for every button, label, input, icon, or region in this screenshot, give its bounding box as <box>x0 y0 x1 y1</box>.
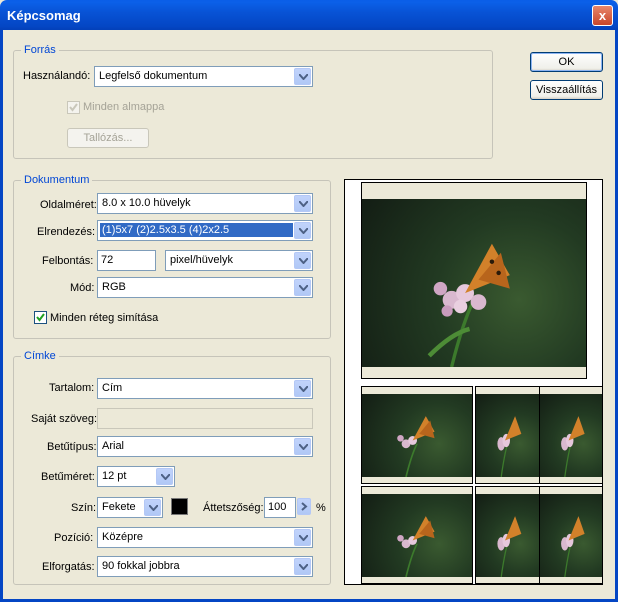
rotate-select[interactable]: 90 fokkal jobbra <box>97 556 313 577</box>
source-legend: Forrás <box>21 44 59 56</box>
preview-page-small-1 <box>361 386 473 484</box>
layout-preview <box>344 179 603 585</box>
font-size-select[interactable]: 12 pt <box>97 466 175 487</box>
page-size-value: 8.0 x 10.0 hüvelyk <box>102 197 191 209</box>
resolution-input[interactable]: 72 <box>97 250 156 271</box>
preview-page-small-2 <box>361 486 473 584</box>
chevron-down-icon[interactable] <box>144 499 161 516</box>
font-size-value: 12 pt <box>102 470 127 482</box>
chevron-down-icon[interactable] <box>294 558 311 575</box>
color-select[interactable]: Fekete <box>97 497 163 518</box>
butterfly-photo <box>476 494 539 577</box>
opacity-input[interactable]: 100 <box>264 497 296 518</box>
chevron-down-icon[interactable] <box>156 468 173 485</box>
mode-value: RGB <box>102 281 126 293</box>
resolution-unit-value: pixel/hüvelyk <box>170 254 233 266</box>
close-icon: x <box>598 8 607 23</box>
resolution-value: 72 <box>101 254 114 266</box>
ok-button[interactable]: OK <box>530 52 603 72</box>
opacity-label: Áttetszőség: <box>203 502 264 514</box>
include-subfolders-checkbox[interactable] <box>67 101 80 114</box>
butterfly-image <box>427 243 510 367</box>
butterfly-image <box>561 416 585 477</box>
font-label: Betűtípus: <box>47 441 97 453</box>
custom-text-label: Saját szöveg: <box>31 413 98 425</box>
butterfly-photo <box>540 494 602 577</box>
chevron-down-icon[interactable] <box>294 438 311 455</box>
position-value: Középre <box>102 531 143 543</box>
browse-button[interactable]: Tallózás... <box>67 128 149 148</box>
window-frame-left <box>0 30 3 602</box>
custom-text-input[interactable] <box>97 408 313 429</box>
opacity-unit: % <box>316 502 326 514</box>
flatten-checkbox[interactable] <box>34 311 47 324</box>
chevron-right-icon <box>301 502 308 511</box>
butterfly-image <box>561 516 585 577</box>
butterfly-photo <box>540 394 602 477</box>
position-label: Pozíció: <box>54 532 94 544</box>
resolution-label: Felbontás: <box>42 255 94 267</box>
rotate-label: Elforgatás: <box>42 561 95 573</box>
chevron-down-icon[interactable] <box>294 222 311 239</box>
resolution-unit-select[interactable]: pixel/hüvelyk <box>165 250 313 271</box>
document-legend: Dokumentum <box>21 174 93 186</box>
mode-label: Mód: <box>70 282 95 294</box>
rotate-value: 90 fokkal jobbra <box>102 560 180 572</box>
window-title: Képcsomag <box>7 8 81 23</box>
butterfly-image <box>497 416 522 477</box>
position-select[interactable]: Középre <box>97 527 313 548</box>
layout-select[interactable]: (1)5x7 (2)2.5x3.5 (4)2x2.5 <box>97 220 313 241</box>
color-value: Fekete <box>102 501 136 513</box>
layout-label: Elrendezés: <box>37 226 96 238</box>
flatten-label: Minden réteg simítása <box>50 312 159 324</box>
font-value: Arial <box>102 440 125 452</box>
butterfly-image <box>397 416 435 477</box>
check-icon <box>69 103 78 112</box>
mode-select[interactable]: RGB <box>97 277 313 298</box>
color-swatch[interactable] <box>171 498 188 515</box>
chevron-down-icon[interactable] <box>294 68 311 85</box>
font-size-label: Betűméret: <box>41 471 95 483</box>
butterfly-photo <box>362 199 586 367</box>
chevron-down-icon[interactable] <box>294 529 311 546</box>
page-size-label: Oldalméret: <box>40 199 97 211</box>
preview-page-tiny-2 <box>539 386 603 484</box>
use-label: Használandó: <box>23 70 91 82</box>
chevron-down-icon[interactable] <box>294 195 311 212</box>
label-legend: Címke <box>21 350 59 362</box>
content-select[interactable]: Cím <box>97 378 313 399</box>
preview-page-tiny-3 <box>475 486 540 584</box>
close-button[interactable]: x <box>592 5 613 26</box>
font-select[interactable]: Arial <box>97 436 313 457</box>
layout-value: (1)5x7 (2)2.5x3.5 (4)2x2.5 <box>100 223 293 237</box>
preview-page-large <box>361 182 587 379</box>
reset-button[interactable]: Visszaállítás <box>530 80 603 100</box>
page-size-select[interactable]: 8.0 x 10.0 hüvelyk <box>97 193 313 214</box>
include-subfolders-label: Minden almappa <box>83 101 165 113</box>
chevron-down-icon[interactable] <box>294 380 311 397</box>
chevron-down-icon[interactable] <box>294 252 311 269</box>
color-label: Szín: <box>71 502 97 514</box>
butterfly-photo <box>476 394 539 477</box>
chevron-down-icon[interactable] <box>294 279 311 296</box>
content-value: Cím <box>102 382 123 394</box>
butterfly-photo <box>362 394 472 477</box>
butterfly-photo <box>362 494 472 577</box>
use-select-value: Legfelső dokumentum <box>99 70 208 82</box>
use-select[interactable]: Legfelső dokumentum <box>94 66 313 87</box>
butterfly-image <box>397 516 435 577</box>
title-bar[interactable]: Képcsomag x <box>0 0 618 30</box>
check-icon <box>36 313 45 322</box>
preview-page-tiny-4 <box>539 486 603 584</box>
opacity-slider-button[interactable] <box>297 498 311 515</box>
butterfly-image <box>497 516 522 577</box>
content-label: Tartalom: <box>49 382 95 394</box>
preview-page-tiny-1 <box>475 386 540 484</box>
opacity-value: 100 <box>268 501 287 513</box>
